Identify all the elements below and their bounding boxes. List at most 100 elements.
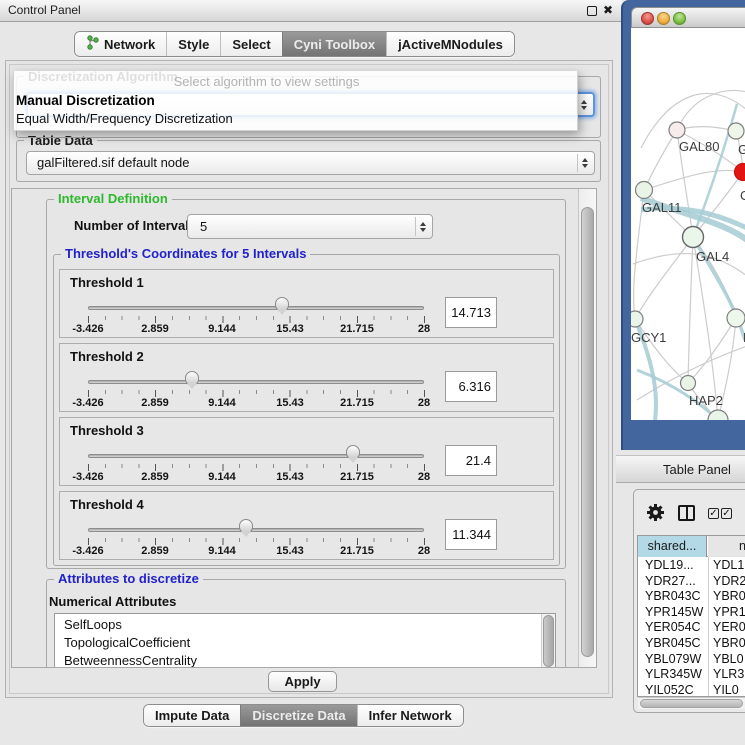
node-bottom[interactable] (708, 410, 728, 420)
interval-definition-label: Interval Definition (54, 192, 172, 205)
bottom-tab-bar: Impute Data Discretize Data Infer Networ… (143, 704, 464, 727)
table-row[interactable]: YBR043CYBR0 (638, 589, 745, 605)
node-gcy1[interactable] (631, 311, 643, 327)
threshold-1-value-field[interactable] (445, 297, 497, 328)
node-label: GA (738, 142, 745, 157)
control-panel-titlebar: Control Panel (0, 0, 622, 22)
threshold-2-label: Threshold 2 (70, 349, 144, 364)
node-label: C (740, 188, 745, 203)
list-item[interactable]: BetweennessCentrality (55, 652, 555, 668)
tab-cyni-toolbox[interactable]: Cyni Toolbox (282, 32, 386, 56)
minimize-traffic-light-icon[interactable] (657, 12, 670, 25)
threshold-2-panel: Threshold 2 -3.426 2.859 9.144 15.43 21.… (59, 343, 554, 412)
tick-label: 9.144 (208, 471, 236, 483)
gear-icon[interactable] (646, 503, 665, 527)
table-row[interactable]: YIL052CYIL0 (638, 683, 745, 697)
table-row[interactable]: YBL079WYBL0 (638, 652, 745, 668)
threshold-2-value-field[interactable] (445, 371, 497, 402)
tab-jactivemnodules[interactable]: jActiveMNodules (386, 32, 514, 56)
table-data-combo[interactable]: galFiltered.sif default node (26, 151, 595, 175)
top-tab-bar: Network Style Select Cyni Toolbox jActiv… (74, 31, 515, 57)
close-traffic-light-icon[interactable] (641, 12, 654, 25)
list-item[interactable]: SelfLoops (55, 614, 555, 634)
node-label: HAP2 (689, 393, 723, 408)
combo-stepper-icon[interactable] (415, 217, 430, 236)
node-h[interactable] (727, 309, 745, 327)
threshold-4-slider-thumb[interactable] (239, 519, 253, 533)
tick-label: 9.144 (208, 323, 236, 335)
tick-label: -3.426 (72, 471, 103, 483)
columns-icon[interactable] (678, 505, 695, 521)
column-separator (708, 557, 709, 697)
slider-major-ticks (88, 316, 426, 323)
threshold-3-slider-thumb[interactable] (346, 445, 360, 459)
checkbox-checked-icon[interactable]: ✓ (708, 508, 719, 519)
threshold-4-panel: Threshold 4 -3.426 2.859 9.144 15.43 21.… (59, 491, 554, 560)
tab-impute-data[interactable]: Impute Data (144, 705, 240, 726)
tab-select[interactable]: Select (220, 32, 281, 56)
tab-discretize-data[interactable]: Discretize Data (240, 705, 356, 726)
node-gal80[interactable] (669, 122, 685, 138)
column-header-name[interactable]: n (708, 536, 745, 557)
network-graph: GAL80 GA C GAL11 GAL4 GCY1 H HAP2 (631, 28, 745, 420)
close-icon[interactable]: ✖ (603, 0, 613, 21)
settings-scrollbar-thumb[interactable] (581, 207, 594, 657)
node-ga[interactable] (728, 123, 744, 139)
slider-major-ticks (88, 390, 426, 397)
tick-label: 2.859 (141, 323, 169, 335)
tick-label: 28 (418, 323, 430, 335)
popup-option-manual-discretization[interactable]: Manual Discretization (16, 93, 155, 108)
zoom-traffic-light-icon[interactable] (673, 12, 686, 25)
threshold-2-slider-track[interactable] (88, 380, 424, 384)
settings-scroll-viewport: Interval Definition Number of Intervals … (11, 188, 597, 668)
apply-button[interactable]: Apply (268, 671, 337, 692)
slider-major-ticks (88, 538, 426, 545)
tick-label: -3.426 (72, 545, 103, 557)
threshold-1-slider-track[interactable] (88, 306, 424, 310)
threshold-1-slider-thumb[interactable] (275, 297, 289, 311)
tick-label: 21.715 (340, 471, 374, 483)
threshold-3-label: Threshold 3 (70, 423, 144, 438)
tick-label: 2.859 (141, 397, 169, 409)
tab-infer-network[interactable]: Infer Network (357, 705, 463, 726)
threshold-4-slider-track[interactable] (88, 528, 424, 532)
node-gal4[interactable] (683, 227, 704, 248)
popup-option-equal-width-frequency[interactable]: Equal Width/Frequency Discretization (16, 111, 233, 126)
network-window-titlebar[interactable] (631, 7, 745, 28)
tick-label: 15.43 (276, 397, 304, 409)
node-hap2[interactable] (681, 376, 696, 391)
threshold-3-slider-track[interactable] (88, 454, 424, 458)
tick-label: 9.144 (208, 545, 236, 557)
tick-label: 28 (418, 471, 430, 483)
table-row[interactable]: YPR145WYPR1 (638, 605, 745, 621)
checkbox-checked-icon[interactable]: ✓ (721, 508, 732, 519)
network-canvas[interactable]: GAL80 GA C GAL11 GAL4 GCY1 H HAP2 (631, 28, 745, 420)
threshold-4-value-field[interactable] (445, 519, 497, 550)
tab-network[interactable]: Network (75, 32, 166, 56)
tab-style[interactable]: Style (166, 32, 220, 56)
table-row[interactable]: YDR27...YDR2 (638, 574, 745, 590)
table-row[interactable]: YBR045CYBR0 (638, 636, 745, 652)
table-hscrollbar-thumb[interactable] (640, 699, 743, 708)
threshold-3-value-field[interactable] (445, 445, 497, 476)
combo-stepper-icon[interactable] (577, 154, 592, 172)
numerical-attributes-label: Numerical Attributes (49, 594, 176, 609)
node-label: GAL4 (696, 249, 729, 264)
table-rows: YDL19...YDL1 YDR27...YDR2 YBR043CYBR0 YP… (638, 558, 745, 697)
combo-stepper-icon[interactable] (576, 96, 591, 113)
threshold-4-label: Threshold 4 (70, 497, 144, 512)
number-of-intervals-combo[interactable]: 5 (187, 214, 433, 239)
tick-label: 21.715 (340, 323, 374, 335)
tick-label: 28 (418, 397, 430, 409)
column-header-shared[interactable]: shared... (638, 536, 707, 557)
list-item[interactable]: TopologicalCoefficient (55, 634, 555, 652)
table-header-row: shared... n (638, 536, 745, 557)
table-row[interactable]: YER054CYER0 (638, 620, 745, 636)
table-row[interactable]: YLR345WYLR3 (638, 667, 745, 683)
threshold-2-slider-thumb[interactable] (185, 371, 199, 385)
float-window-icon[interactable] (587, 6, 597, 16)
table-row[interactable]: YDL19...YDL1 (638, 558, 745, 574)
attributes-scrollbar-thumb[interactable] (543, 615, 554, 667)
numerical-attributes-list[interactable]: SelfLoops TopologicalCoefficient Between… (54, 613, 556, 668)
tick-label: -3.426 (72, 323, 103, 335)
